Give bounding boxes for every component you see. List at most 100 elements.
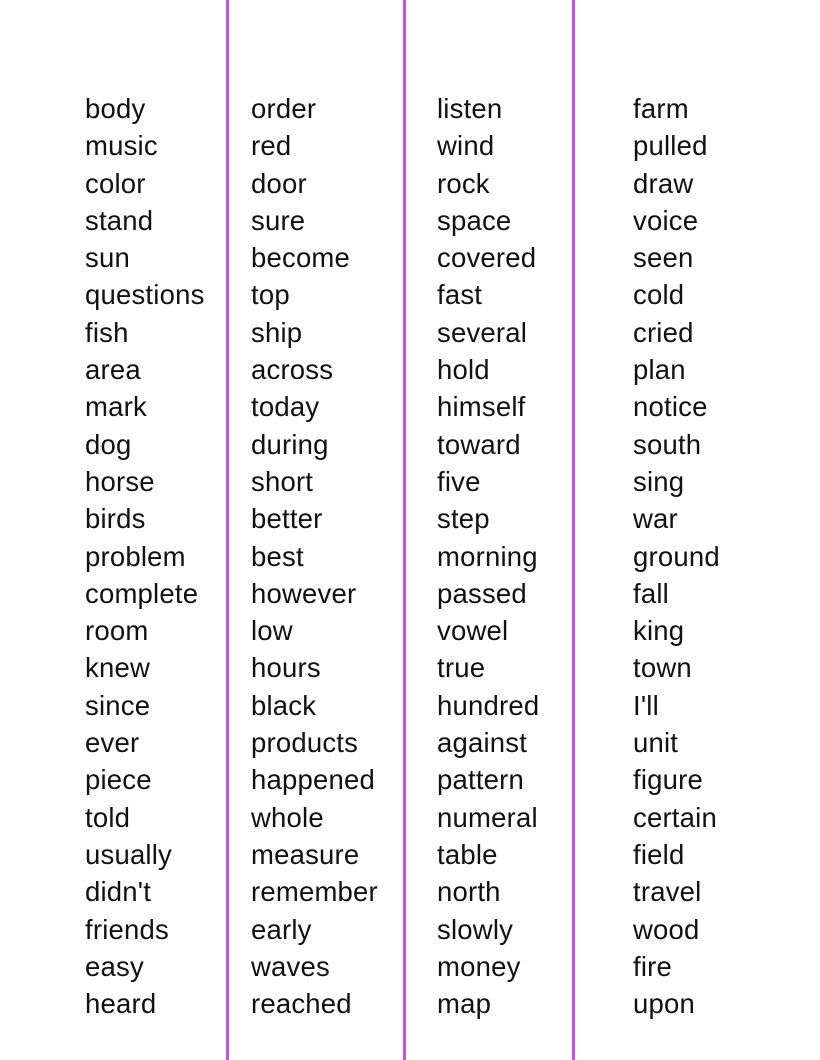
word-item: problem xyxy=(85,540,186,572)
word-item: plan xyxy=(633,354,686,386)
word-item: map xyxy=(437,988,492,1020)
word-item: mark xyxy=(85,391,147,423)
word-item: numeral xyxy=(437,801,538,833)
word-item: horse xyxy=(85,465,155,497)
word-item: king xyxy=(633,615,685,647)
word-item: since xyxy=(85,689,151,721)
word-item: fire xyxy=(633,950,673,982)
word-item: certain xyxy=(633,801,717,833)
word-item: listen xyxy=(437,93,503,124)
word-item: questions xyxy=(85,279,205,311)
word-item: travel xyxy=(633,876,702,908)
word-item: sun xyxy=(85,242,130,274)
word-item: become xyxy=(251,242,351,274)
word-item: passed xyxy=(437,577,527,609)
word-item: I'll xyxy=(633,689,659,721)
word-item: today xyxy=(251,391,320,423)
word-item: told xyxy=(85,801,131,833)
word-item: reached xyxy=(251,988,352,1020)
word-item: cold xyxy=(633,279,685,311)
word-item: wood xyxy=(633,913,700,945)
word-item: order xyxy=(251,93,317,124)
word-item: fish xyxy=(85,316,129,348)
word-item: against xyxy=(437,727,528,759)
word-item: body xyxy=(85,93,146,124)
word-item: heard xyxy=(85,988,157,1020)
word-item: draw xyxy=(633,167,694,199)
word-item: stand xyxy=(85,204,154,236)
word-item: remember xyxy=(251,876,378,908)
word-item: products xyxy=(251,727,359,759)
word-item: step xyxy=(437,503,490,535)
word-item: waves xyxy=(251,950,330,982)
word-item: door xyxy=(251,167,307,199)
word-item: cried xyxy=(633,316,694,348)
word-item: voice xyxy=(633,204,699,236)
word-item: sing xyxy=(633,465,685,497)
word-item: fall xyxy=(633,577,669,609)
word-item: ground xyxy=(633,540,720,572)
word-item: dog xyxy=(85,428,132,460)
column-divider xyxy=(572,0,575,1060)
word-item: early xyxy=(251,913,312,945)
word-item: war xyxy=(633,503,678,535)
word-item: fast xyxy=(437,279,483,311)
word-item: usually xyxy=(85,838,173,870)
word-item: knew xyxy=(85,652,150,684)
word-item: notice xyxy=(633,391,708,423)
word-column-4: farm pulled draw voice seen cold cried plan noti… xyxy=(633,90,720,1022)
word-item: seen xyxy=(633,242,694,274)
word-item: south xyxy=(633,428,702,460)
word-item: easy xyxy=(85,950,144,982)
word-item: black xyxy=(251,689,317,721)
word-item: pattern xyxy=(437,764,525,796)
word-item: upon xyxy=(633,988,695,1020)
word-item: better xyxy=(251,503,323,535)
word-item: covered xyxy=(437,242,537,274)
word-item: vowel xyxy=(437,615,509,647)
word-item: hold xyxy=(437,354,490,386)
word-item: happened xyxy=(251,764,375,796)
word-item: friends xyxy=(85,913,169,945)
word-item: ever xyxy=(85,727,140,759)
word-item: table xyxy=(437,838,498,870)
word-item: five xyxy=(437,465,481,497)
word-item: low xyxy=(251,615,293,647)
word-item: pulled xyxy=(633,130,708,162)
word-item: complete xyxy=(85,577,199,609)
word-item: area xyxy=(85,354,141,386)
word-item: slowly xyxy=(437,913,514,945)
word-item: farm xyxy=(633,93,689,124)
word-item: music xyxy=(85,130,158,162)
word-item: unit xyxy=(633,727,679,759)
column-divider xyxy=(403,0,406,1060)
word-item: room xyxy=(85,615,149,647)
word-item: several xyxy=(437,316,528,348)
word-item: town xyxy=(633,652,692,684)
word-item: best xyxy=(251,540,304,572)
word-item: during xyxy=(251,428,329,460)
word-item: north xyxy=(437,876,501,908)
word-item: short xyxy=(251,465,314,497)
word-item: top xyxy=(251,279,290,311)
word-item: piece xyxy=(85,764,152,796)
word-item: himself xyxy=(437,391,526,423)
word-column-3: listen wind rock space covered fast several hol… xyxy=(437,90,539,1022)
word-item: space xyxy=(437,204,512,236)
word-item: red xyxy=(251,130,292,162)
word-item: didn't xyxy=(85,876,152,908)
word-item: however xyxy=(251,577,357,609)
word-item: birds xyxy=(85,503,146,535)
word-item: wind xyxy=(437,130,495,162)
word-item: hours xyxy=(251,652,321,684)
word-item: money xyxy=(437,950,521,982)
word-item: field xyxy=(633,838,685,870)
word-item: hundred xyxy=(437,689,540,721)
column-divider xyxy=(226,0,229,1060)
word-item: color xyxy=(85,167,146,199)
word-item: morning xyxy=(437,540,538,572)
word-item: measure xyxy=(251,838,360,870)
word-item: ship xyxy=(251,316,303,348)
word-item: true xyxy=(437,652,486,684)
word-column-2: order red door sure become top ship across today… xyxy=(251,90,378,1022)
